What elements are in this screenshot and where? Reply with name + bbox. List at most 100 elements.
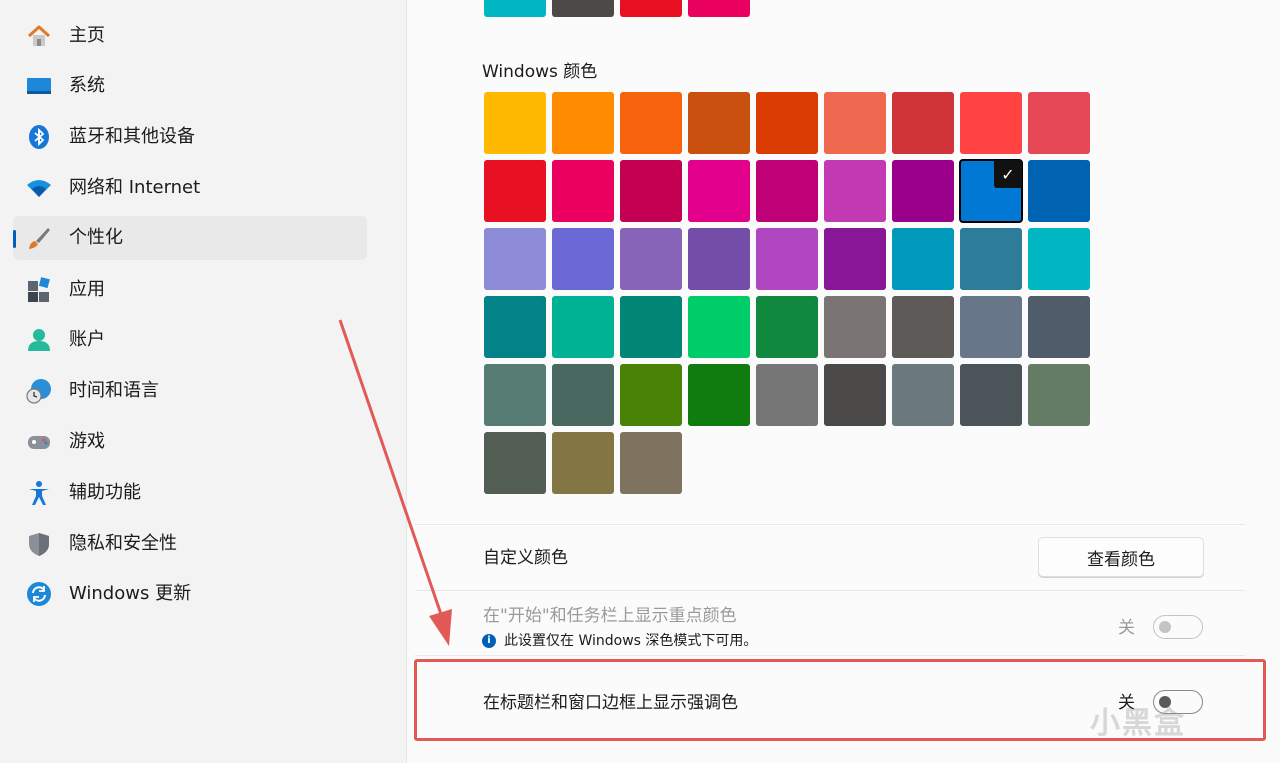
sidebar-item-gaming[interactable]: 游戏	[13, 420, 367, 464]
dark-mode-note: i 此设置仅在 Windows 深色模式下可用。	[482, 631, 757, 651]
sidebar-item-bluetooth[interactable]: 蓝牙和其他设备	[13, 115, 367, 159]
windows-colors-title: Windows 颜色	[482, 62, 598, 82]
recent-color-swatch[interactable]	[552, 0, 614, 17]
color-swatch[interactable]	[552, 432, 614, 494]
apps-icon	[26, 277, 52, 303]
update-icon	[26, 581, 52, 607]
account-icon	[26, 327, 52, 353]
info-icon: i	[482, 634, 496, 648]
color-swatch[interactable]	[824, 364, 886, 426]
color-swatch[interactable]	[688, 92, 750, 154]
shield-icon	[26, 531, 52, 557]
color-swatch[interactable]	[620, 228, 682, 290]
color-swatch[interactable]	[1028, 228, 1090, 290]
sidebar-item-system[interactable]: 系统	[13, 64, 367, 108]
sidebar-item-apps[interactable]: 应用	[13, 268, 367, 312]
recent-color-swatch[interactable]	[688, 0, 750, 17]
sidebar-item-label: Windows 更新	[69, 583, 192, 604]
color-swatch[interactable]	[892, 160, 954, 222]
sidebar-item-privacy[interactable]: 隐私和安全性	[13, 522, 367, 566]
sidebar: 主页 系统 蓝牙和其他设备 网络和 Internet 个性化 应用 账户 时间和…	[0, 0, 405, 763]
color-swatch[interactable]	[620, 432, 682, 494]
color-swatch[interactable]	[756, 364, 818, 426]
sidebar-item-label: 主页	[69, 25, 105, 46]
color-swatch[interactable]	[756, 92, 818, 154]
toggle-knob	[1159, 621, 1171, 633]
start-taskbar-accent-toggle[interactable]	[1153, 615, 1203, 639]
color-swatch[interactable]	[552, 160, 614, 222]
color-swatch[interactable]	[960, 364, 1022, 426]
bluetooth-icon	[26, 124, 52, 150]
color-swatch[interactable]	[756, 296, 818, 358]
divider	[415, 524, 1245, 525]
sidebar-item-accessibility[interactable]: 辅助功能	[13, 471, 367, 515]
color-swatch[interactable]	[552, 228, 614, 290]
sidebar-item-time-language[interactable]: 时间和语言	[13, 369, 367, 413]
recent-color-swatch[interactable]	[484, 0, 546, 17]
color-swatch[interactable]	[688, 160, 750, 222]
wifi-icon	[26, 175, 52, 201]
color-swatch[interactable]	[484, 160, 546, 222]
color-swatch[interactable]: ✓	[959, 159, 1023, 223]
sidebar-item-label: 蓝牙和其他设备	[69, 126, 195, 147]
color-swatch[interactable]	[620, 296, 682, 358]
start-taskbar-accent-label: 在"开始"和任务栏上显示重点颜色	[483, 606, 737, 626]
color-swatch[interactable]	[892, 364, 954, 426]
gamepad-icon	[26, 429, 52, 455]
color-swatch[interactable]	[688, 364, 750, 426]
sidebar-item-windows-update[interactable]: Windows 更新	[13, 572, 367, 616]
color-swatch[interactable]	[824, 92, 886, 154]
color-swatch[interactable]	[960, 296, 1022, 358]
color-swatch[interactable]	[484, 364, 546, 426]
sidebar-item-home[interactable]: 主页	[13, 14, 367, 58]
titlebar-accent-label: 在标题栏和窗口边框上显示强调色	[483, 693, 738, 713]
color-swatch[interactable]	[1028, 296, 1090, 358]
color-swatch[interactable]	[484, 296, 546, 358]
accessibility-icon	[26, 480, 52, 506]
color-swatch[interactable]	[620, 92, 682, 154]
globe-clock-icon	[26, 378, 52, 404]
color-swatch[interactable]	[960, 92, 1022, 154]
color-swatch[interactable]	[552, 92, 614, 154]
sidebar-item-label: 网络和 Internet	[69, 177, 201, 198]
paintbrush-icon	[26, 225, 52, 251]
sidebar-item-label: 游戏	[69, 431, 105, 452]
color-swatch[interactable]	[756, 228, 818, 290]
system-display-icon	[26, 73, 52, 99]
checkmark-icon: ✓	[994, 160, 1022, 188]
color-swatch[interactable]	[484, 92, 546, 154]
color-swatch[interactable]	[688, 296, 750, 358]
color-swatch[interactable]	[620, 160, 682, 222]
sidebar-item-label: 时间和语言	[69, 380, 159, 401]
view-colors-button[interactable]: 查看颜色	[1038, 537, 1204, 577]
sidebar-item-label: 系统	[69, 75, 105, 96]
color-swatch[interactable]	[688, 228, 750, 290]
color-swatch[interactable]	[1028, 364, 1090, 426]
color-swatch[interactable]	[892, 228, 954, 290]
color-swatch[interactable]	[824, 228, 886, 290]
recent-color-swatch[interactable]	[620, 0, 682, 17]
active-indicator	[13, 230, 16, 248]
color-swatch[interactable]	[1028, 92, 1090, 154]
color-swatch[interactable]	[824, 160, 886, 222]
divider	[415, 590, 1245, 591]
color-swatch[interactable]	[552, 296, 614, 358]
color-swatch[interactable]	[824, 296, 886, 358]
dark-mode-note-text: 此设置仅在 Windows 深色模式下可用。	[504, 633, 758, 649]
color-swatch[interactable]	[892, 92, 954, 154]
color-swatch[interactable]	[756, 160, 818, 222]
color-swatch[interactable]	[620, 364, 682, 426]
color-swatch[interactable]	[1028, 160, 1090, 222]
color-swatch[interactable]	[484, 228, 546, 290]
sidebar-item-accounts[interactable]: 账户	[13, 318, 367, 362]
sidebar-item-personalization[interactable]: 个性化	[13, 216, 367, 260]
color-swatch[interactable]	[892, 296, 954, 358]
start-taskbar-toggle-state: 关	[1118, 618, 1135, 638]
color-swatch[interactable]	[960, 228, 1022, 290]
divider	[415, 655, 1245, 656]
sidebar-item-network[interactable]: 网络和 Internet	[13, 166, 367, 210]
color-swatch[interactable]	[484, 432, 546, 494]
sidebar-item-label: 个性化	[69, 227, 123, 248]
color-swatch[interactable]	[552, 364, 614, 426]
sidebar-item-label: 隐私和安全性	[69, 533, 177, 554]
